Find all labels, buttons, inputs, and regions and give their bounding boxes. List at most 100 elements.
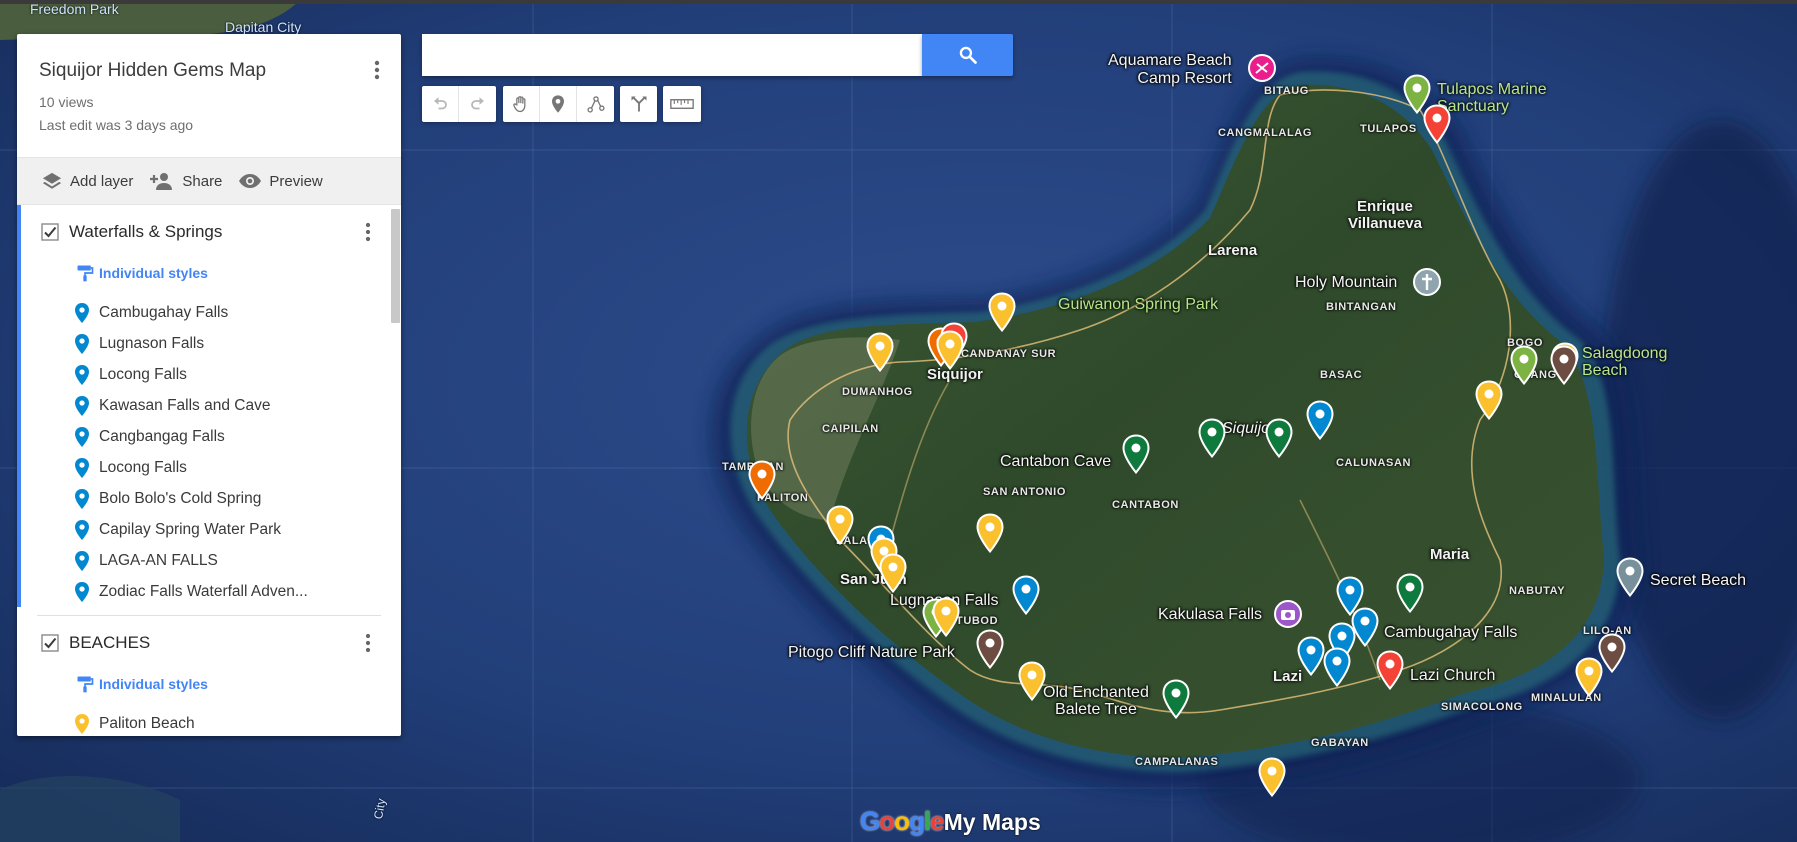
layer-item[interactable]: Capilay Spring Water Park [17,514,401,545]
label-guiwanon[interactable]: Guiwanon Spring Park [1058,297,1218,313]
camera-poi-icon[interactable] [1273,599,1303,629]
map-marker-blue[interactable] [1305,400,1335,440]
label-cantabon-cave[interactable]: Cantabon Cave [1000,454,1111,470]
map-marker-orange[interactable] [747,460,777,500]
layer-1[interactable]: BEACHES Individual styles Paliton Beach [17,616,401,736]
layer-item-label: Cambugahay Falls [99,303,229,321]
label-tulapos-sanctuary[interactable]: Tulapos Marine Sanctuary [1437,81,1547,116]
label-cambugahay[interactable]: Cambugahay Falls [1384,625,1517,641]
add-directions-button[interactable] [620,86,657,122]
layer-item[interactable]: LAGA-AN FALLS [17,545,401,576]
map-marker-red[interactable] [1375,650,1405,690]
marker-icon [74,581,99,603]
label-caipilan: CAIPILAN [822,423,879,435]
layer-0[interactable]: Waterfalls & Springs Individual styles Cam… [17,205,401,616]
layer-options-button[interactable] [360,221,376,243]
map-marker-yellow[interactable] [931,597,961,637]
layer-header[interactable]: Waterfalls & Springs [17,205,401,259]
label-kakulasa[interactable]: Kakulasa Falls [1158,607,1262,623]
map-marker-yellow[interactable] [865,332,895,372]
label-lazi-church[interactable]: Lazi Church [1410,668,1495,684]
map-marker-brown[interactable] [1597,633,1627,673]
draw-line-icon [586,96,605,113]
layer-item[interactable]: Kawasan Falls and Cave [17,390,401,421]
map-title[interactable]: Siquijor Hidden Gems Map [39,60,379,82]
label-salagdoong[interactable]: Salagdoong Beach [1582,345,1667,380]
measure-button[interactable] [663,86,700,122]
label-san-antonio: SAN ANTONIO [983,486,1066,498]
layer-item-label: Kawasan Falls and Cave [99,396,271,414]
label-dapitan: Dapitan City [225,19,302,35]
redo-icon [470,97,484,110]
marker-icon [552,95,564,113]
layer-item[interactable]: Cambugahay Falls [17,297,401,328]
paint-roller-icon [77,676,94,693]
map-marker-brown[interactable] [975,629,1005,669]
layer-name[interactable]: Waterfalls & Springs [69,222,222,242]
layer-name[interactable]: BEACHES [69,633,150,653]
label-calunasan: CALUNASAN [1336,457,1412,469]
map-marker-yellow[interactable] [1474,380,1504,420]
search-button[interactable] [922,34,1013,76]
map-last-edit: Last edit was 3 days ago [39,117,194,133]
layer-header[interactable]: BEACHES [17,616,401,670]
add-marker-button[interactable] [540,86,577,122]
layer-style-link[interactable]: Individual styles [17,259,401,287]
map-marker-green-dark[interactable] [1395,573,1425,613]
map-marker-green-light[interactable] [1509,345,1539,385]
redo-button[interactable] [459,86,496,122]
layer-item[interactable]: Cangbangag Falls [17,421,401,452]
map-marker-green-dark[interactable] [1161,679,1191,719]
map-marker-yellow[interactable] [1257,757,1287,797]
map-marker-gray[interactable] [1615,557,1645,597]
map-marker-green-dark[interactable] [1197,418,1227,458]
map-marker-green-dark[interactable] [1264,418,1294,458]
label-freedom-park: Freedom Park [30,1,119,17]
layers-list[interactable]: Waterfalls & Springs Individual styles Cam… [17,205,401,736]
undo-button[interactable] [422,86,459,122]
layer-item[interactable]: Locong Falls [17,359,401,390]
label-aquamare[interactable]: Aquamare Beach Camp Resort [1108,52,1232,87]
eye-icon [239,174,262,188]
directions-icon [631,96,646,112]
share-button[interactable]: Share [149,171,222,191]
checkbox-checked-icon[interactable] [41,223,59,241]
add-layer-button[interactable]: Add layer [41,171,133,191]
beach-resort-poi-icon[interactable] [1247,53,1277,83]
layer-item[interactable]: Paliton Beach [17,708,401,736]
label-old-balete[interactable]: Old Enchanted Balete Tree [1043,684,1149,719]
map-marker-blue[interactable] [1011,575,1041,615]
map-marker-yellow[interactable] [825,505,855,545]
label-pitogo[interactable]: Pitogo Cliff Nature Park [788,645,955,661]
map-stage[interactable]: Freedom Park Dapitan City City Aquamare … [0,0,1797,842]
map-marker-green-dark[interactable] [1121,434,1151,474]
layer-item[interactable]: Lugnason Falls [17,328,401,359]
layer-item[interactable]: Locong Falls [17,452,401,483]
map-marker-blue[interactable] [1322,647,1352,687]
label-tulapos: TULAPOS [1360,123,1417,135]
map-marker-yellow[interactable] [1017,661,1047,701]
layer-item[interactable]: Zodiac Falls Waterfall Adven... [17,576,401,607]
church-poi-icon[interactable] [1412,267,1442,297]
label-secret-beach[interactable]: Secret Beach [1650,573,1746,589]
label-dumanhog: DUMANHOG [842,386,913,398]
layer-options-button[interactable] [360,632,376,654]
map-marker-red[interactable] [1422,104,1452,144]
map-marker-brown[interactable] [1549,345,1579,385]
preview-button[interactable]: Preview [238,172,323,190]
map-marker-yellow[interactable] [935,330,965,370]
map-marker-yellow[interactable] [987,292,1017,332]
select-hand-button[interactable] [503,86,540,122]
draw-line-button[interactable] [577,86,614,122]
label-simacolong: SIMACOLONG [1441,701,1523,713]
map-marker-yellow[interactable] [878,553,908,593]
search-input[interactable] [422,34,922,76]
layers-scrollbar[interactable] [391,209,400,323]
map-options-button[interactable] [367,58,387,82]
layer-item[interactable]: Bolo Bolo's Cold Spring [17,483,401,514]
layer-style-link[interactable]: Individual styles [17,670,401,698]
label-holy-mountain[interactable]: Holy Mountain [1295,275,1397,291]
map-marker-yellow[interactable] [975,513,1005,553]
undo-icon [434,97,447,110]
checkbox-checked-icon[interactable] [41,634,59,652]
